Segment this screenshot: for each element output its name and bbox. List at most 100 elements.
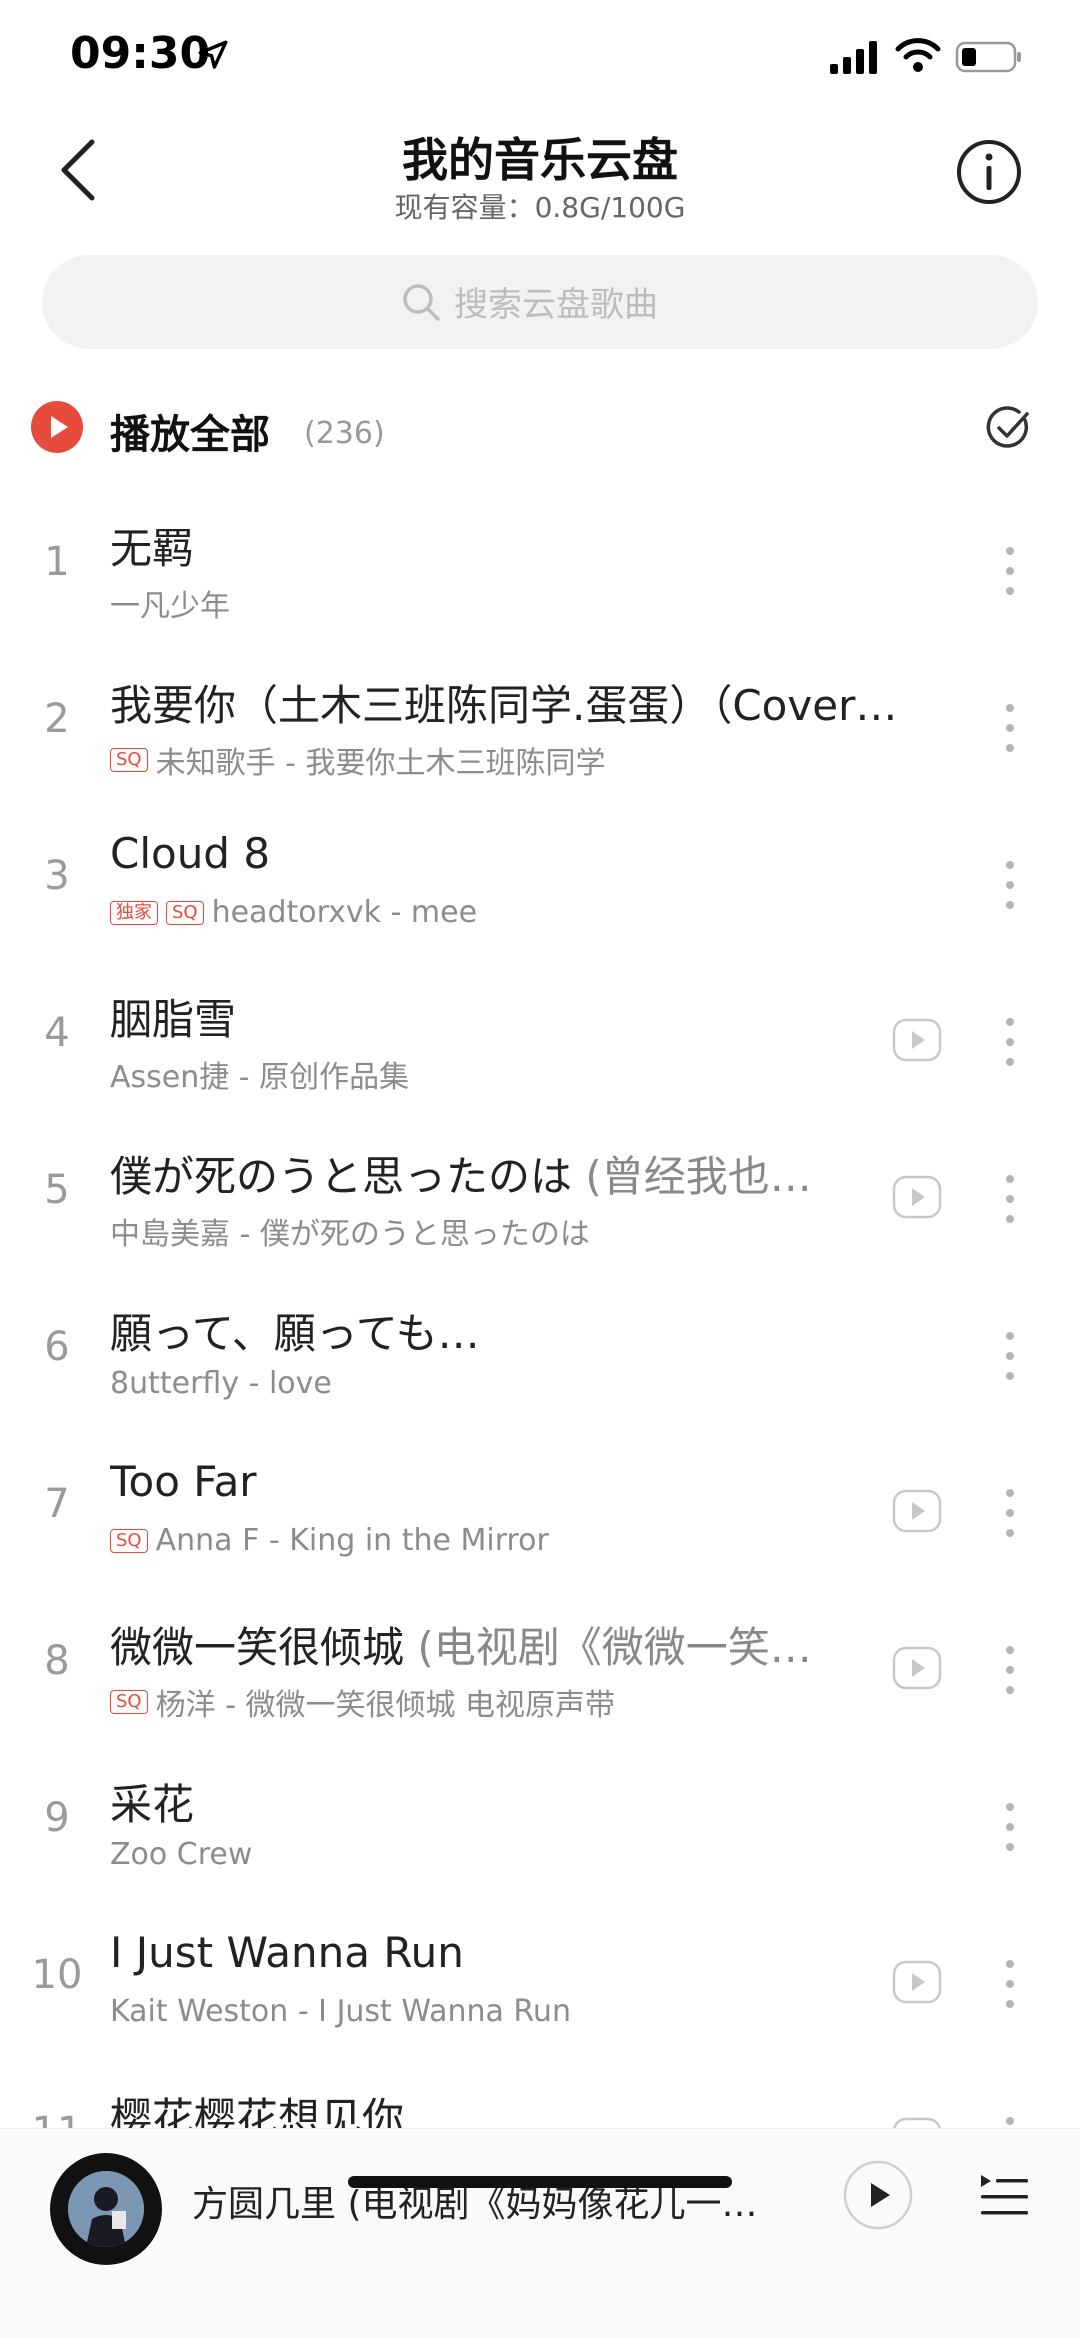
song-index: 10 xyxy=(31,1952,83,1998)
song-index: 5 xyxy=(44,1167,70,1213)
artist-album: 中島美嘉 - 僕が死のうと思ったのは xyxy=(110,1217,590,1252)
song-title-text: 胭脂雪 xyxy=(110,995,237,1044)
artist-album: headtorxvk - mee xyxy=(211,895,478,930)
song-index: 2 xyxy=(44,696,70,742)
song-title: Cloud 8 xyxy=(110,829,270,878)
more-options-icon[interactable] xyxy=(1000,700,1020,756)
artist-album: Zoo Crew xyxy=(110,1837,253,1872)
battery-icon xyxy=(955,41,1021,73)
song-row[interactable]: 9 采花 Zoo Crew xyxy=(0,1751,1080,1907)
page-title: 我的音乐云盘 xyxy=(402,133,678,187)
song-subtitle: 8utterfly - love xyxy=(110,1366,332,1401)
song-row[interactable]: 2 我要你（土木三班陈同学.蛋蛋）（Cover… SQ 未知歌手 - 我要你土木三班陈… xyxy=(0,652,1080,808)
song-title-text: 采花 xyxy=(110,1780,195,1829)
play-button-icon[interactable] xyxy=(842,2159,914,2231)
song-title-text: 微微一笑很倾城 xyxy=(110,1623,405,1672)
song-title-text: 我要你（土木三班陈同学.蛋蛋）（Cover… xyxy=(110,681,898,730)
song-row[interactable]: 7 Too Far SQ Anna F - King in the Mirror xyxy=(0,1437,1080,1593)
song-count: (236) xyxy=(304,416,385,451)
song-row[interactable]: 8 微微一笑很倾城 (电视剧《微微一笑… SQ 杨洋 - 微微一笑很倾城 电视原声带 xyxy=(0,1594,1080,1750)
more-options-icon[interactable] xyxy=(1000,1485,1020,1541)
cellular-signal-icon xyxy=(830,41,877,74)
artist-album: Assen捷 - 原创作品集 xyxy=(110,1060,410,1095)
more-options-icon[interactable] xyxy=(1000,1642,1020,1698)
search-icon xyxy=(403,284,440,321)
song-subtitle: 一凡少年 xyxy=(110,581,230,625)
artist-album: Anna F - King in the Mirror xyxy=(155,1523,549,1558)
song-row[interactable]: 5 僕が死のうと思ったのは (曾经我也… 中島美嘉 - 僕が死のうと思ったのは xyxy=(0,1123,1080,1279)
mini-player[interactable]: 方圆几里 (电视剧《妈妈像花儿一… xyxy=(0,2128,1080,2338)
song-subtitle: 独家 SQ headtorxvk - mee xyxy=(110,895,477,930)
play-all-row[interactable]: 播放全部 (236) xyxy=(0,390,1080,470)
song-title: 我要你（土木三班陈同学.蛋蛋）（Cover… xyxy=(110,672,897,733)
album-disc[interactable] xyxy=(50,2153,162,2265)
more-options-icon[interactable] xyxy=(1000,1799,1020,1855)
song-subtitle: Zoo Crew xyxy=(110,1837,252,1872)
song-title: I Just Wanna Run xyxy=(110,1928,464,1977)
artist-album: Kait Weston - I Just Wanna Run xyxy=(110,1994,571,2029)
quality-badge: 独家 xyxy=(110,900,158,925)
song-title-text: 僕が死のうと思ったのは xyxy=(110,1152,573,1201)
play-all-label[interactable]: 播放全部 xyxy=(110,402,270,460)
mv-play-icon[interactable] xyxy=(892,1646,942,1690)
wifi-icon xyxy=(895,38,941,72)
song-row[interactable]: 3 Cloud 8 独家 SQ headtorxvk - mee xyxy=(0,809,1080,965)
song-row[interactable]: 1 无羁一凡少年 xyxy=(0,495,1080,651)
song-subtitle: 中島美嘉 - 僕が死のうと思ったのは xyxy=(110,1209,590,1253)
song-row[interactable]: 10 I Just Wanna Run Kait Weston - I Just W… xyxy=(0,1908,1080,2064)
song-subtitle: SQ 未知歌手 - 我要你土木三班陈同学 xyxy=(110,738,606,782)
location-arrow-icon xyxy=(198,40,228,69)
quality-badge: SQ xyxy=(166,900,204,925)
playlist-icon[interactable] xyxy=(978,2169,1030,2221)
quality-badge: SQ xyxy=(110,748,148,772)
song-title-text: Too Far xyxy=(110,1457,257,1506)
more-options-icon[interactable] xyxy=(1000,1956,1020,2012)
song-row[interactable]: 4 胭脂雪 Assen捷 - 原创作品集 xyxy=(0,966,1080,1122)
song-index: 4 xyxy=(44,1010,70,1056)
song-title-text: 无羁 xyxy=(110,524,195,573)
song-title-text: I Just Wanna Run xyxy=(110,1928,464,1977)
search-input[interactable]: 搜索云盘歌曲 xyxy=(42,255,1038,349)
song-title: Too Far xyxy=(110,1457,257,1506)
song-index: 6 xyxy=(44,1324,70,1370)
more-options-icon[interactable] xyxy=(1000,1171,1020,1227)
mv-play-icon[interactable] xyxy=(892,1018,942,1062)
artist-album: 一凡少年 xyxy=(110,589,230,624)
quality-badge: SQ xyxy=(110,1528,148,1553)
song-title: 无羁 xyxy=(110,515,194,576)
song-subtitle: SQ 杨洋 - 微微一笑很倾城 电视原声带 xyxy=(110,1680,615,1724)
play-circle-icon[interactable] xyxy=(30,400,84,454)
more-options-icon[interactable] xyxy=(1000,1014,1020,1070)
song-index: 8 xyxy=(44,1638,70,1684)
song-subtitle: Kait Weston - I Just Wanna Run xyxy=(110,1994,571,2029)
mv-play-icon[interactable] xyxy=(892,1489,942,1533)
info-icon[interactable] xyxy=(955,138,1023,206)
song-index: 7 xyxy=(44,1481,70,1527)
song-index: 3 xyxy=(44,853,70,899)
song-title-text: 願って、願っても… xyxy=(110,1309,480,1358)
more-options-icon[interactable] xyxy=(1000,1328,1020,1384)
artist-album: 8utterfly - love xyxy=(110,1366,332,1401)
song-row[interactable]: 6 願って、願っても… 8utterfly - love xyxy=(0,1280,1080,1436)
artist-album: 杨洋 - 微微一笑很倾城 电视原声带 xyxy=(155,1688,616,1723)
search-placeholder: 搜索云盘歌曲 xyxy=(454,285,658,325)
mv-play-icon[interactable] xyxy=(892,1960,942,2004)
artist-album: 未知歌手 - 我要你土木三班陈同学 xyxy=(155,746,606,781)
storage-capacity: 现有容量：0.8G/100G xyxy=(394,191,686,224)
mv-play-icon[interactable] xyxy=(892,1175,942,1219)
song-title: 願って、願っても… xyxy=(110,1300,480,1361)
album-art xyxy=(68,2171,144,2247)
song-title: 采花 xyxy=(110,1771,194,1832)
song-title-alias: (曾经我也… xyxy=(572,1152,812,1201)
more-options-icon[interactable] xyxy=(1000,543,1020,599)
song-title-alias: (电视剧《微微一笑… xyxy=(404,1623,812,1672)
quality-badge: SQ xyxy=(110,1690,148,1714)
song-index: 1 xyxy=(44,539,70,585)
song-index: 9 xyxy=(44,1795,70,1841)
multi-select-icon[interactable] xyxy=(985,404,1033,452)
song-subtitle: Assen捷 - 原创作品集 xyxy=(110,1052,409,1096)
song-title: 僕が死のうと思ったのは (曾经我也… xyxy=(110,1143,812,1204)
home-indicator[interactable] xyxy=(348,2176,732,2188)
song-title: 微微一笑很倾城 (电视剧《微微一笑… xyxy=(110,1614,812,1675)
more-options-icon[interactable] xyxy=(1000,857,1020,913)
